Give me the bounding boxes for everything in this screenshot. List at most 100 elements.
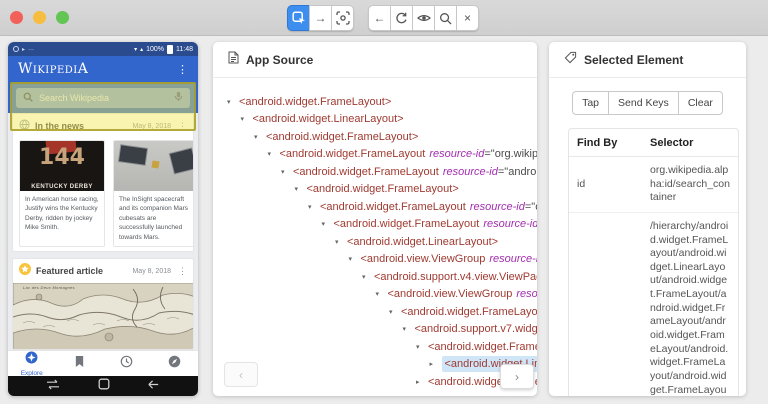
table-row: id org.wikipedia.alpha:id/search_contain… [569, 157, 738, 213]
tree-node[interactable]: ▾<android.widget.LinearLayout> [213, 233, 537, 251]
select-element-icon [292, 11, 306, 25]
tab-history[interactable] [103, 355, 151, 373]
back-button[interactable]: ← [368, 5, 391, 31]
news-item-text: The InSight spacecraft and its companion… [114, 191, 193, 246]
tap-by-coordinates-button[interactable] [331, 5, 354, 31]
tree-node[interactable]: ▾<android.widget.FrameLayoutresource-id=… [213, 163, 537, 181]
clear-button[interactable]: Clear [678, 91, 723, 115]
star-icon [19, 262, 31, 280]
device-screenshot[interactable]: ▸ … ▾ ▴ 100% 11:48 WikipediA ⋮ Search Wi… [8, 42, 198, 396]
close-window-button[interactable] [10, 11, 23, 24]
zoom-window-button[interactable] [56, 11, 69, 24]
tree-node[interactable]: ▾<android.widget.FrameLayout> [213, 128, 537, 146]
tree-node[interactable]: ▾<android.widget.FrameLayout> [213, 181, 537, 199]
news-item-insight[interactable]: The InSight spacecraft and its companion… [113, 140, 193, 247]
wikipedia-wordmark: WikipediA [18, 61, 88, 77]
tap-button[interactable]: Tap [572, 91, 609, 115]
recents-button[interactable] [46, 377, 60, 395]
tree-node[interactable]: ▾<android.widget.FrameLayout> [213, 93, 537, 111]
collapse-icon[interactable]: ▾ [266, 150, 280, 158]
back-button-android[interactable] [147, 377, 160, 395]
collapse-icon[interactable]: ▾ [252, 133, 266, 141]
status-notification-icons: ▸ … [13, 46, 34, 53]
home-button[interactable] [98, 377, 110, 395]
derby-number: 144 [20, 147, 104, 169]
window-titlebar: → ← [0, 0, 768, 36]
collapse-icon[interactable]: ▾ [360, 273, 374, 281]
search-element-button[interactable] [434, 5, 457, 31]
quit-session-button[interactable]: × [456, 5, 479, 31]
battery-percent: 100% [146, 46, 164, 53]
tree-node[interactable]: ▾<android.support.v4.view.ViewPagerre [213, 268, 537, 286]
featured-article-card[interactable]: Featured article May 8, 2018 ⋮ Lac des D… [12, 258, 194, 350]
collapse-icon[interactable]: ▾ [239, 115, 253, 123]
element-actions: Tap Send Keys Clear [549, 91, 746, 115]
news-items: 144 KENTUCKY DERBY In American horse rac… [19, 140, 193, 247]
collapse-icon[interactable]: ▾ [225, 98, 239, 106]
overflow-menu-icon[interactable]: ⋮ [177, 63, 188, 76]
tree-node[interactable]: ▸<android.widget.Line [213, 356, 537, 374]
status-time: 11:48 [176, 46, 193, 53]
tree-node[interactable]: ▾<android.widget.FrameLayoutresource-id=… [213, 146, 537, 164]
swipe-by-coordinates-button[interactable]: → [309, 5, 332, 31]
select-elements-button[interactable] [287, 5, 310, 31]
minimize-window-button[interactable] [33, 11, 46, 24]
expand-icon[interactable]: ▸ [428, 360, 442, 368]
featured-article-map-image [13, 283, 194, 350]
tap-coordinates-icon [336, 11, 350, 25]
compass-icon [168, 355, 181, 373]
explore-icon [25, 351, 38, 369]
toggle-highlights-button[interactable] [412, 5, 435, 31]
collapse-icon[interactable]: ▾ [387, 308, 401, 316]
refresh-source-button[interactable] [390, 5, 413, 31]
tab-my-lists[interactable] [56, 355, 104, 373]
map-label: Lac des Deux Montagnes [23, 285, 75, 290]
tree-node[interactable]: ▾<android.widget.FrameLayoutresource-id=… [213, 216, 537, 234]
panel-title: Selected Element [584, 53, 683, 67]
wifi-icon: ▾ [134, 46, 137, 53]
collapse-icon[interactable]: ▾ [347, 255, 361, 263]
scroll-right-button[interactable]: › [500, 364, 534, 389]
swipe-arrow-icon: → [315, 11, 327, 25]
solar-panel-graphic [170, 149, 193, 174]
tree-node[interactable]: ▾<android.widget.LinearLayout> [213, 111, 537, 129]
tab-explore[interactable]: Explore [8, 351, 56, 377]
notification-icon [13, 46, 19, 52]
play-icon: ▸ [22, 46, 25, 53]
selected-element-highlight[interactable] [10, 82, 196, 131]
tree-node[interactable]: ▾<android.view.ViewGroupresource-id=" [213, 251, 537, 269]
tree-node[interactable]: ▾<android.support.v7.widget.F [213, 321, 537, 339]
search-icon [439, 12, 452, 25]
collapse-icon[interactable]: ▾ [414, 343, 428, 351]
tree-node[interactable]: ▸<android.widget.FrameL [213, 373, 537, 391]
session-controls-group: ← × [368, 5, 479, 31]
collapse-icon[interactable]: ▾ [401, 325, 415, 333]
collapse-icon[interactable]: ▾ [320, 220, 334, 228]
android-navigation-bar [8, 376, 198, 396]
eye-icon [417, 11, 431, 25]
card-menu-icon[interactable]: ⋮ [176, 266, 187, 277]
tree-node[interactable]: ▾<android.view.ViewGroupresourc [213, 286, 537, 304]
tree-node[interactable]: ▾<android.widget.FrameL [213, 338, 537, 356]
collapse-icon[interactable]: ▾ [374, 290, 388, 298]
tree-node[interactable]: ▾<android.widget.FrameLayout> [213, 303, 537, 321]
interaction-mode-group: → [287, 5, 354, 31]
spacecraft-body-graphic [151, 160, 159, 168]
in-the-news-card[interactable]: In the news May 8, 2018 ⋮ 144 KENTUCKY D… [12, 113, 194, 252]
news-item-kentucky[interactable]: 144 KENTUCKY DERBY In American horse rac… [19, 140, 105, 247]
expand-icon[interactable]: ▸ [414, 378, 428, 386]
kentucky-derby-image: 144 KENTUCKY DERBY [20, 141, 104, 191]
wikipedia-toolbar: WikipediA ⋮ [8, 56, 198, 82]
app-source-panel: App Source ▾<android.widget.FrameLayout>… [213, 42, 537, 396]
bookmark-icon [74, 355, 85, 373]
send-keys-button[interactable]: Send Keys [608, 91, 679, 115]
selected-element-panel: Selected Element Tap Send Keys Clear Fin… [549, 42, 746, 396]
collapse-icon[interactable]: ▾ [279, 168, 293, 176]
collapse-icon[interactable]: ▾ [306, 203, 320, 211]
collapse-icon[interactable]: ▾ [293, 185, 307, 193]
collapse-left-button[interactable]: ‹ [224, 362, 258, 387]
collapse-icon[interactable]: ▾ [333, 238, 347, 246]
col-header-selector: Selector [642, 129, 738, 157]
tab-nearby[interactable] [151, 355, 199, 373]
tree-node[interactable]: ▾<android.widget.FrameLayoutresource-id=… [213, 198, 537, 216]
